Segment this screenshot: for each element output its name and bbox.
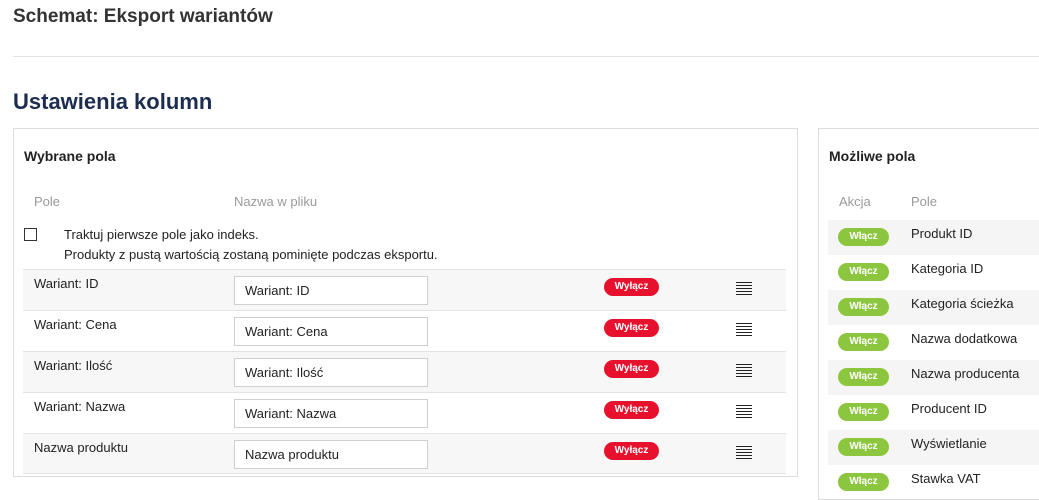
field-label: Nazwa dodatkowa [911, 331, 1018, 346]
possible-fields-title: Możliwe pola [829, 148, 916, 164]
selected-field-row: Wariant: Cena Wyłącz [23, 310, 786, 351]
index-option-label: Traktuj pierwsze pole jako indeks. Produ… [64, 225, 564, 265]
section-title: Ustawienia kolumn [13, 89, 213, 114]
file-name-input[interactable] [234, 399, 428, 428]
enable-button[interactable]: Włącz [838, 263, 889, 281]
file-name-input[interactable] [234, 440, 428, 469]
index-option-label-line2: Produkty z pustą wartością zostaną pomin… [64, 247, 438, 262]
drag-handle-icon[interactable] [736, 364, 752, 378]
field-label: Nazwa producenta [911, 366, 1020, 381]
field-label: Wariant: Ilość [34, 358, 113, 373]
possible-field-row: Włącz Nazwa producenta [828, 360, 1039, 395]
title-divider [13, 56, 1039, 57]
column-header-action: Akcja [839, 194, 871, 209]
possible-field-row: Włącz Nazwa dodatkowa [828, 325, 1039, 360]
field-label: Stawka VAT [911, 471, 981, 486]
field-label: Producent ID [911, 401, 987, 416]
file-name-input[interactable] [234, 317, 428, 346]
field-label: Wariant: Cena [34, 317, 117, 332]
enable-button[interactable]: Włącz [838, 368, 889, 386]
possible-field-row: Włącz Produkt ID [828, 220, 1039, 255]
enable-button[interactable]: Włącz [838, 228, 889, 246]
field-label: Wyświetlanie [911, 436, 987, 451]
possible-field-row: Włącz Producent ID [828, 395, 1039, 430]
index-option-label-line1: Traktuj pierwsze pole jako indeks. [64, 227, 259, 242]
field-label: Wariant: Nazwa [34, 399, 126, 414]
possible-field-row: Włącz Stawka VAT [828, 465, 1039, 500]
file-name-input[interactable] [234, 358, 428, 387]
enable-button[interactable]: Włącz [838, 333, 889, 351]
drag-handle-icon[interactable] [736, 282, 752, 296]
possible-field-row: Włącz Wyświetlanie [828, 430, 1039, 465]
field-label: Kategoria ścieżka [911, 296, 1014, 311]
disable-button[interactable]: Wyłącz [604, 401, 659, 419]
disable-button[interactable]: Wyłącz [604, 278, 659, 296]
field-label: Wariant: ID [34, 276, 99, 291]
column-header-file-name: Nazwa w pliku [234, 194, 318, 209]
enable-button[interactable]: Włącz [838, 473, 889, 491]
index-checkbox[interactable] [24, 228, 37, 241]
column-header-field: Pole [34, 194, 61, 209]
selected-fields-title: Wybrane pola [24, 148, 116, 164]
drag-handle-icon[interactable] [736, 323, 752, 337]
field-label: Produkt ID [911, 226, 973, 241]
column-header-field: Pole [911, 194, 938, 209]
disable-button[interactable]: Wyłącz [604, 442, 659, 460]
field-label: Nazwa produktu [34, 440, 128, 455]
selected-field-row: Wariant: Ilość Wyłącz [23, 351, 786, 392]
enable-button[interactable]: Włącz [838, 438, 889, 456]
drag-handle-icon[interactable] [736, 446, 752, 460]
possible-field-row: Włącz Kategoria ścieżka [828, 290, 1039, 325]
selected-field-row: Nazwa produktu Wyłącz [23, 433, 786, 474]
field-label: Kategoria ID [911, 261, 984, 276]
disable-button[interactable]: Wyłącz [604, 319, 659, 337]
possible-field-row: Włącz Kategoria ID [828, 255, 1039, 290]
enable-button[interactable]: Włącz [838, 403, 889, 421]
file-name-input[interactable] [234, 276, 428, 305]
disable-button[interactable]: Wyłącz [604, 360, 659, 378]
selected-field-row: Wariant: Nazwa Wyłącz [23, 392, 786, 433]
enable-button[interactable]: Włącz [838, 298, 889, 316]
drag-handle-icon[interactable] [736, 405, 752, 419]
page-title: Schemat: Eksport wariantów [13, 6, 273, 27]
selected-field-row: Wariant: ID Wyłącz [23, 269, 786, 310]
